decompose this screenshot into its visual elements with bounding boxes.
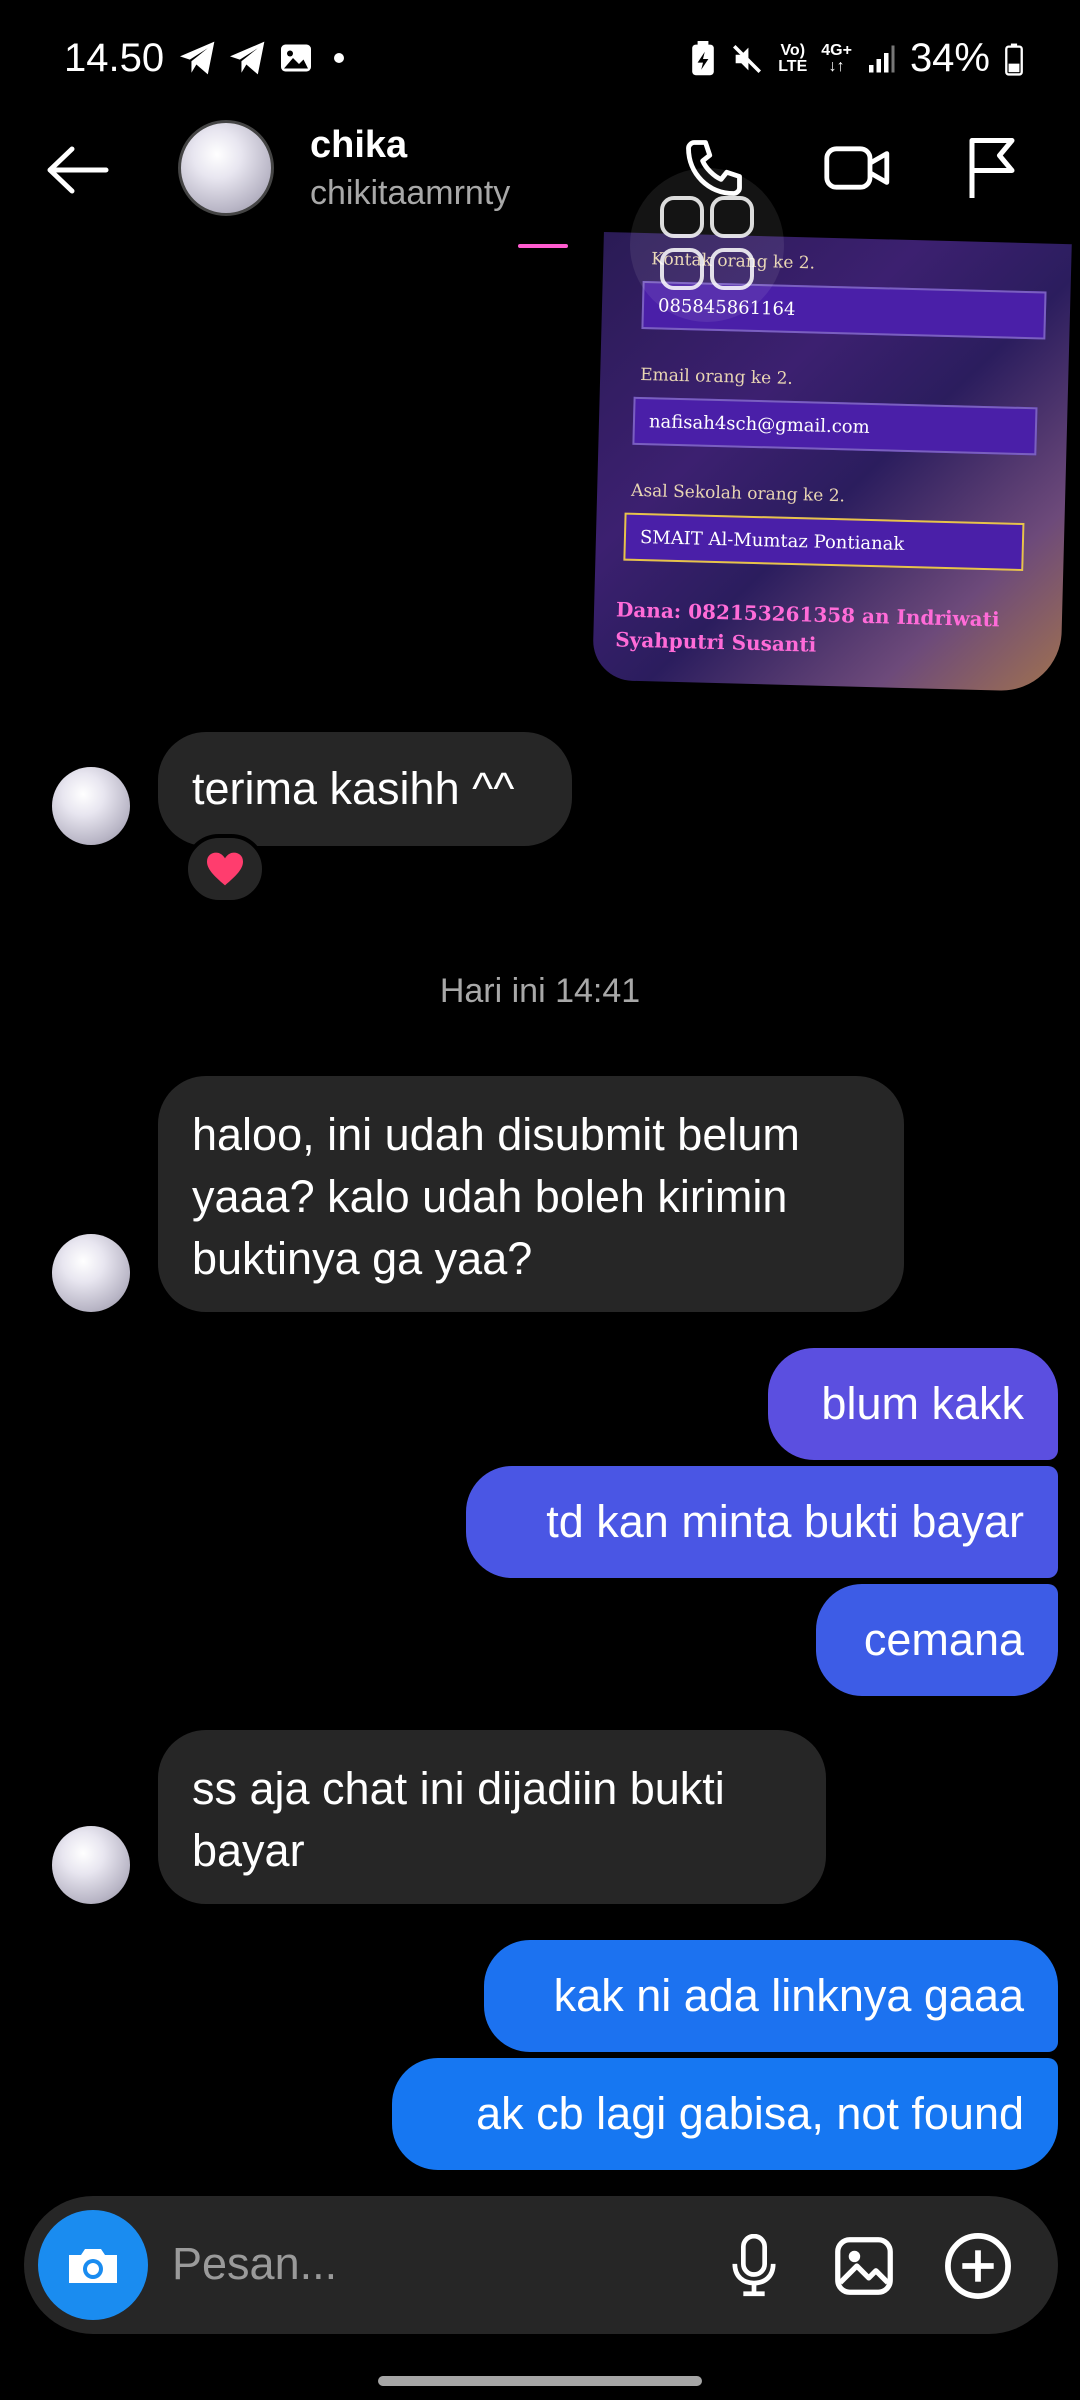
voice-message-button[interactable] xyxy=(714,2226,794,2306)
system-indicators: Vo) LTE 4G+ ↓↑ 34% xyxy=(690,36,1024,81)
message-text: ak cb lagi gabisa, not found xyxy=(476,2088,1024,2139)
message-bubble-incoming[interactable]: terima kasihh ^^ xyxy=(158,732,572,846)
notification-icons xyxy=(178,40,344,76)
message-bubble-incoming[interactable]: haloo, ini udah disubmit belum yaaa? kal… xyxy=(158,1076,904,1312)
message-reaction[interactable] xyxy=(184,834,266,904)
mute-icon xyxy=(733,44,762,73)
message-text: ss aja chat ini dijadiin bukti xyxy=(192,1763,725,1814)
message-bubble-outgoing[interactable]: kak ni ada linknya gaaa xyxy=(484,1940,1058,2052)
image-field-value: nafisah4sch@gmail.com xyxy=(632,396,1038,456)
heart-icon xyxy=(207,852,243,886)
image-icon xyxy=(835,2237,893,2295)
grid-icon xyxy=(660,196,754,290)
message-text: haloo, ini udah disubmit belum xyxy=(192,1109,800,1160)
telegram-icon xyxy=(230,41,265,75)
status-bar: 14.50 Vo) LTE 4G+ ↓↑ 34% xyxy=(0,0,1080,120)
more-notifications-dot xyxy=(334,53,344,63)
message-text: td kan minta bukti bayar xyxy=(546,1496,1024,1547)
image-footer-text: Dana: 082153261358 an Indriwati Syahputr… xyxy=(614,597,1000,657)
message-text: kak ni ada linknya gaaa xyxy=(553,1970,1024,2021)
message-bubble-outgoing[interactable]: ak cb lagi gabisa, not found xyxy=(392,2058,1058,2170)
battery-percent: 34% xyxy=(909,36,990,80)
flag-icon xyxy=(969,138,1015,198)
home-indicator[interactable] xyxy=(378,2376,702,2386)
image-field-label: Asal Sekolah orang ke 2. xyxy=(630,480,846,507)
video-call-button[interactable] xyxy=(812,126,904,210)
gallery-button[interactable] xyxy=(824,2226,904,2306)
network-gen-indicator: 4G+ ↓↑ xyxy=(821,41,852,75)
gallery-notification-icon xyxy=(281,44,311,72)
message-text: blum kakk xyxy=(821,1378,1024,1429)
message-input[interactable]: Pesan... xyxy=(172,2238,337,2290)
message-text: yaaa? kalo udah boleh kirimin xyxy=(192,1171,788,1222)
volte-indicator: Vo) LTE xyxy=(778,41,808,75)
message-text: cemana xyxy=(863,1614,1024,1665)
battery-saver-icon xyxy=(692,40,715,75)
more-options-button[interactable] xyxy=(938,2226,1018,2306)
sender-avatar[interactable] xyxy=(52,1826,130,1904)
small-pink-mark xyxy=(518,244,568,248)
report-button[interactable] xyxy=(950,126,1034,210)
plus-circle-icon xyxy=(945,2233,1011,2299)
signal-icon xyxy=(868,45,895,72)
contact-name[interactable]: chika xyxy=(310,124,407,167)
contact-avatar[interactable] xyxy=(178,120,274,216)
status-time: 14.50 xyxy=(64,36,165,80)
message-bubble-outgoing[interactable]: td kan minta bukti bayar xyxy=(466,1466,1058,1578)
back-button[interactable] xyxy=(36,128,120,212)
image-field-label: Email orang ke 2. xyxy=(639,364,794,389)
timestamp-divider: Hari ini 14:41 xyxy=(439,972,641,1010)
sender-avatar[interactable] xyxy=(52,1234,130,1312)
camera-button[interactable] xyxy=(38,2210,148,2320)
message-bubble-outgoing[interactable]: blum kakk xyxy=(768,1348,1058,1460)
message-text: buktinya ga yaa? xyxy=(192,1233,533,1284)
message-composer: Pesan... xyxy=(24,2196,1058,2334)
image-field-value: SMAIT Al-Mumtaz Pontianak xyxy=(623,512,1025,572)
camera-icon xyxy=(69,2249,117,2283)
microphone-icon xyxy=(732,2234,776,2297)
message-text: terima kasihh ^^ xyxy=(192,763,515,814)
battery-icon xyxy=(1005,43,1023,76)
image-open-icon[interactable] xyxy=(630,168,784,322)
message-bubble-incoming[interactable]: ss aja chat ini dijadiin bukti bayar xyxy=(158,1730,826,1904)
contact-username[interactable]: chikitaamrnty xyxy=(310,174,510,213)
message-bubble-outgoing[interactable]: cemana xyxy=(816,1584,1058,1696)
telegram-icon xyxy=(180,41,215,75)
video-camera-icon xyxy=(824,146,890,190)
message-text: bayar xyxy=(192,1825,305,1876)
sender-avatar[interactable] xyxy=(52,767,130,845)
arrow-left-icon xyxy=(47,146,109,194)
